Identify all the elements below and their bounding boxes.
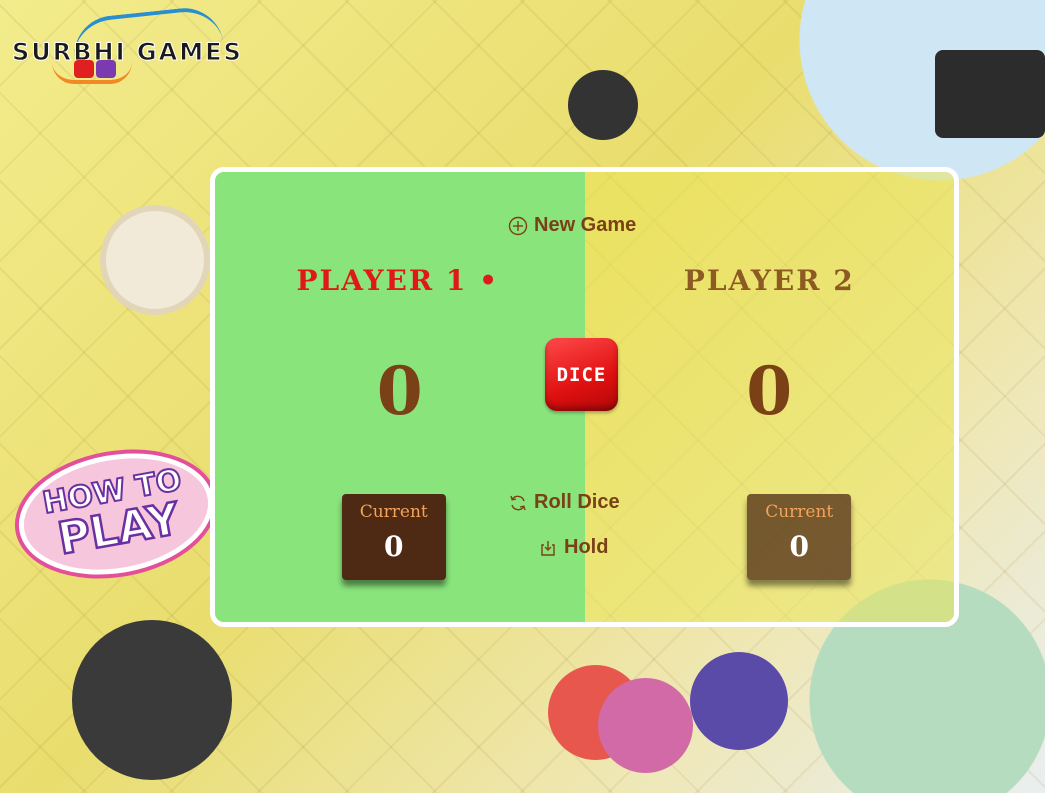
download-icon <box>541 540 555 556</box>
new-game-button[interactable]: New Game <box>508 214 636 237</box>
player-2-current-box: Current 0 <box>747 494 852 580</box>
how-to-play-button[interactable]: HOW TO PLAY <box>9 438 223 590</box>
new-game-label: New Game <box>534 214 637 236</box>
logo-text: SURBHI GAMES <box>12 38 243 67</box>
active-player-indicator: • <box>479 264 500 297</box>
current-label: Current <box>359 502 428 522</box>
plus-circle-icon <box>508 216 528 235</box>
roll-dice-button[interactable]: Roll Dice <box>508 491 620 514</box>
background-game-piece <box>100 205 210 315</box>
roll-dice-label: Roll Dice <box>534 491 620 513</box>
hold-label: Hold <box>564 536 609 558</box>
player-2-name: PLAYER 2 <box>683 264 855 297</box>
background-domino <box>935 50 1045 138</box>
player-1-score: 0 <box>376 352 423 430</box>
player-1-name: PLAYER 1 • <box>215 264 583 297</box>
player-2-panel: PLAYER 2 0 Current 0 <box>584 172 954 622</box>
player-1-name-text: PLAYER 1 <box>296 264 468 297</box>
background-game-piece <box>568 70 638 140</box>
player-2-score: 0 <box>746 352 793 430</box>
hold-button[interactable]: Hold <box>538 536 608 559</box>
background-game-piece <box>72 620 232 780</box>
player-2-current-score: 0 <box>789 530 809 563</box>
dice-label: DICE <box>556 363 607 386</box>
dice: DICE <box>545 338 618 411</box>
brand-logo: SURBHI GAMES <box>12 4 332 88</box>
background-game-piece <box>690 652 788 750</box>
player-1-current-box: Current 0 <box>341 494 446 580</box>
player-1-panel: PLAYER 1 • 0 Current 0 <box>215 172 585 622</box>
background-game-piece <box>598 678 693 773</box>
refresh-icon <box>510 495 526 510</box>
logo-dice-icon <box>74 60 118 82</box>
player-1-current-score: 0 <box>384 530 404 563</box>
current-label: Current <box>765 502 834 522</box>
